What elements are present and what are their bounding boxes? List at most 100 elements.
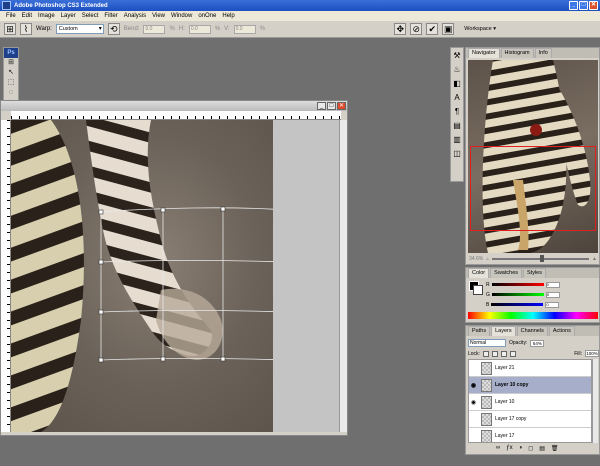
menu-analysis[interactable]: Analysis [121,13,149,19]
lock-label: Lock: [468,350,480,357]
layer-list-scrollbar[interactable] [592,359,598,443]
layer-thumbnail [481,412,492,426]
history-icon[interactable]: ▤ [451,120,463,132]
red-label: R [486,281,490,288]
character-icon[interactable]: A [451,92,463,104]
lasso-tool-icon[interactable]: ◌ [4,88,18,98]
menu-window[interactable]: Window [168,13,195,19]
layer-row[interactable]: Layer 21 [469,360,591,377]
blue-slider[interactable] [491,303,544,306]
lock-all-icon[interactable] [509,350,516,357]
green-value[interactable]: 0 [545,291,560,298]
tab-swatches[interactable]: Swatches [490,268,523,278]
warp-mode-icon[interactable]: ⌇ [20,23,32,35]
v-distortion-field[interactable]: 0.0 [233,24,256,34]
bend-field[interactable]: 0.0 [143,24,166,34]
layer-thumbnail [481,361,492,375]
marquee-tool-icon[interactable]: ⬚ [4,78,18,88]
red-slider[interactable] [491,283,544,286]
warp-orientation-icon[interactable]: ⟲ [107,23,120,35]
tab-paths[interactable]: Paths [468,326,491,336]
tab-histogram[interactable]: Histogram [500,48,534,58]
blue-slider-row: B 0 [486,301,560,308]
menu-filter[interactable]: Filter [101,13,120,19]
layer-comps-icon[interactable]: ▥ [451,134,463,146]
layer-row[interactable]: Layer 17 [469,428,591,442]
visibility-eye-icon[interactable]: ◉ [469,382,478,389]
color-spectrum-bar[interactable] [468,312,598,319]
clone-source-icon[interactable]: ◧ [451,78,463,90]
adjustment-layer-icon[interactable]: ◻ [528,445,533,452]
navigator-thumbnail[interactable] [468,60,598,253]
document-vertical-scrollbar[interactable] [339,120,347,432]
minimize-button[interactable]: _ [569,1,578,10]
lock-position-icon[interactable] [500,350,507,357]
lock-pixels-icon[interactable] [491,350,498,357]
tab-color[interactable]: Color [468,268,490,278]
close-button[interactable]: ✕ [589,1,598,10]
link-layers-icon[interactable]: ∞ [496,445,500,452]
commit-transform-button[interactable]: ✔ [426,23,439,35]
lock-transparency-icon[interactable] [482,350,489,357]
zoom-in-icon[interactable]: ▲ [592,256,597,262]
menu-file[interactable]: File [3,13,19,19]
reference-point-icon[interactable]: ✥ [394,23,407,35]
blue-value[interactable]: 0 [545,301,560,308]
visibility-eye-icon[interactable]: ◉ [469,399,478,406]
cancel-transform-button[interactable]: ⊘ [410,23,423,35]
bridge-icon[interactable]: ▣ [442,23,455,35]
layer-thumbnail [481,395,492,409]
fill-field[interactable]: 100% [585,350,599,357]
menu-select[interactable]: Select [79,13,102,19]
image-canvas[interactable] [11,120,273,432]
selection-tool-icon[interactable]: ↖ [4,68,18,78]
layer-row[interactable]: ◉ Layer 10 copy [469,377,591,394]
menu-layer[interactable]: Layer [58,13,79,19]
navigator-view-rectangle[interactable] [470,146,596,231]
zoom-out-icon[interactable]: ▵ [486,256,489,262]
h-distortion-field[interactable]: 0.0 [188,24,211,34]
warp-style-select[interactable]: Custom [55,24,104,34]
animation-icon[interactable]: ◫ [451,148,463,160]
navigator-zoom-value[interactable]: 34.6% [469,256,483,262]
tool-presets-icon[interactable]: ⚒ [451,50,463,62]
brushes-icon[interactable]: ♨ [451,64,463,76]
maximize-button[interactable]: □ [579,1,588,10]
green-slider[interactable] [491,293,544,296]
menu-image[interactable]: Image [35,13,58,19]
tab-styles[interactable]: Styles [523,268,546,278]
move-tool-icon[interactable]: ⊞ [4,58,18,68]
tab-navigator[interactable]: Navigator [468,48,500,58]
red-value[interactable]: 0 [545,281,560,288]
fill-label: Fill: [574,350,582,357]
layer-row[interactable]: ◉ Layer 10 [469,394,591,411]
zoom-slider[interactable] [491,255,590,262]
paragraph-icon[interactable]: ¶ [451,106,463,118]
opacity-field[interactable]: 64% [530,339,545,347]
doc-minimize-button[interactable]: _ [317,102,326,110]
transform-tool-icon[interactable]: ⊞ [4,23,16,35]
v-label: V: [224,26,230,32]
layer-style-icon[interactable]: ƒx [506,445,512,452]
menu-help[interactable]: Help [219,13,237,19]
tab-layers[interactable]: Layers [491,326,516,336]
tab-actions[interactable]: Actions [548,326,575,336]
menu-onone[interactable]: onOne [195,13,219,19]
menu-edit[interactable]: Edit [19,13,35,19]
layer-row[interactable]: Layer 17 copy [469,411,591,428]
options-bar: ⊞ ⌇ Warp: Custom ⟲ Bend: 0.0 % H: 0.0 % … [0,21,600,38]
layer-mask-icon[interactable]: ◑ [519,445,523,452]
doc-maximize-button[interactable]: □ [327,102,336,110]
navigator-tabs: Navigator Histogram Info [466,48,599,58]
delete-layer-icon[interactable]: 🗑 [551,445,559,452]
new-group-icon[interactable]: ▤ [539,445,545,452]
tab-channels[interactable]: Channels [516,326,548,336]
blend-mode-select[interactable]: Normal [468,339,506,347]
doc-close-button[interactable]: ✕ [337,102,346,110]
workspace-button[interactable]: Workspace ▾ [464,26,496,32]
zoom-slider-thumb[interactable] [540,255,545,262]
layers-panel: Paths Layers Channels Actions Normal Opa… [465,325,600,455]
color-background-swatch[interactable] [473,285,483,295]
tab-info[interactable]: Info [534,48,552,58]
menu-view[interactable]: View [149,13,168,19]
